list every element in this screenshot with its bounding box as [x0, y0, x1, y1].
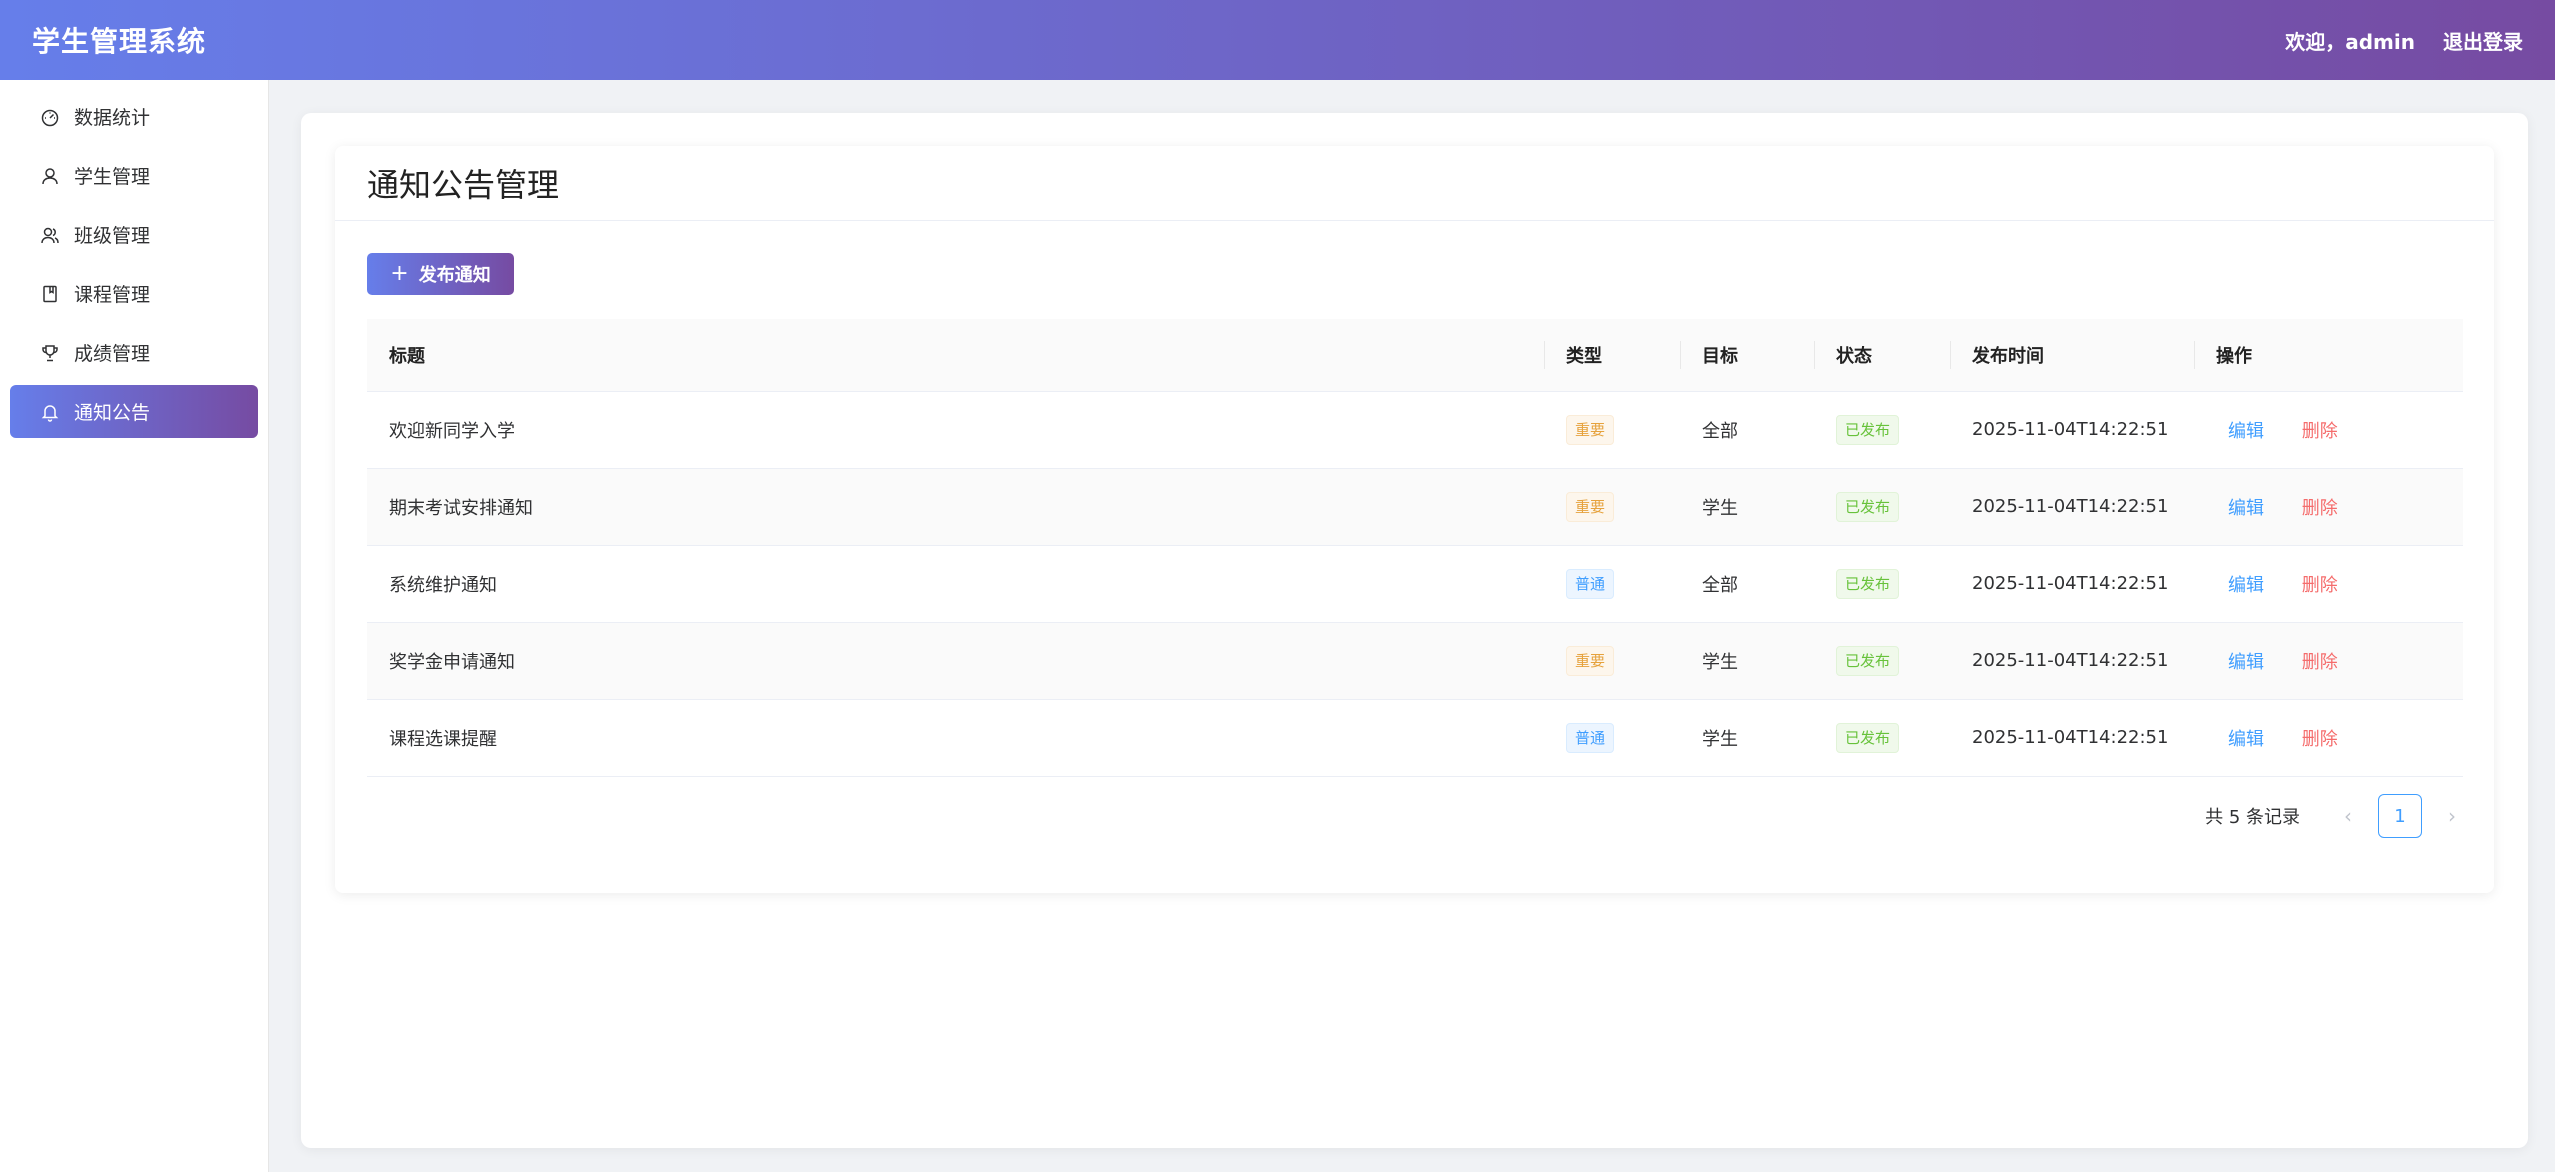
group-icon — [40, 225, 60, 245]
cell-title: 系统维护通知 — [367, 545, 1544, 623]
cell-title: 奖学金申请通知 — [367, 622, 1544, 700]
cell-target: 学生 — [1680, 699, 1814, 777]
header-right: 欢迎，admin 退出登录 — [2285, 26, 2523, 55]
cell-target: 学生 — [1680, 622, 1814, 700]
cell-time: 2025-11-04T14:22:51 — [1950, 622, 2194, 700]
chevron-left-icon[interactable]: ‹ — [2332, 800, 2364, 832]
column-header-time: 发布时间 — [1950, 319, 2194, 392]
table-row: 系统维护通知 普通 全部 已发布 2025-11-04T14:22:51 编辑 … — [367, 545, 2463, 623]
user-icon — [40, 166, 60, 186]
sidebar-item-label: 通知公告 — [74, 402, 151, 424]
page-title: 通知公告管理 — [367, 166, 560, 204]
book-icon — [40, 284, 60, 304]
notice-table: 标题 类型 目标 状态 发布时间 操作 欢迎新同学入学 重要 全部 已发布 20… — [367, 319, 2463, 777]
cell-title: 课程选课提醒 — [367, 699, 1544, 777]
top-header: 学生管理系统 欢迎，admin 退出登录 — [0, 0, 2555, 80]
sidebar-item-students[interactable]: 学生管理 — [10, 149, 258, 202]
delete-button[interactable]: 删除 — [2302, 417, 2338, 443]
publish-button-label: 发布通知 — [418, 265, 491, 286]
table-row: 课程选课提醒 普通 学生 已发布 2025-11-04T14:22:51 编辑 … — [367, 699, 2463, 777]
type-tag: 重要 — [1566, 491, 1615, 522]
delete-button[interactable]: 删除 — [2302, 648, 2338, 674]
sidebar-item-notices[interactable]: 通知公告 — [10, 385, 258, 438]
sidebar-item-classes[interactable]: 班级管理 — [10, 208, 258, 261]
status-badge: 已发布 — [1836, 568, 1900, 599]
sidebar: 数据统计 学生管理 班级管理 课程管理 成绩管理 通知公告 — [0, 80, 269, 1172]
status-badge: 已发布 — [1836, 491, 1900, 522]
trophy-icon — [40, 343, 60, 363]
table-row: 期末考试安排通知 重要 学生 已发布 2025-11-04T14:22:51 编… — [367, 468, 2463, 546]
delete-button[interactable]: 删除 — [2302, 571, 2338, 597]
dashboard-icon — [40, 107, 60, 127]
pagination: 共 5 条记录 ‹ 1 › — [2205, 794, 2468, 838]
logout-button[interactable]: 退出登录 — [2443, 26, 2523, 55]
cell-time: 2025-11-04T14:22:51 — [1950, 468, 2194, 546]
column-header-ops: 操作 — [2194, 319, 2463, 392]
sidebar-item-statistics[interactable]: 数据统计 — [10, 90, 258, 143]
cell-time: 2025-11-04T14:22:51 — [1950, 545, 2194, 623]
status-badge: 已发布 — [1836, 722, 1900, 753]
type-tag: 重要 — [1566, 414, 1615, 445]
sidebar-item-label: 课程管理 — [74, 284, 151, 306]
plus-icon: + — [390, 261, 409, 286]
notice-card: 通知公告管理 + 发布通知 标题 类型 目标 状态 发布时间 操作 欢迎新同学入… — [335, 146, 2494, 893]
column-header-title: 标题 — [367, 319, 1544, 392]
cell-time: 2025-11-04T14:22:51 — [1950, 699, 2194, 777]
bell-icon — [40, 402, 60, 422]
type-tag: 普通 — [1566, 722, 1615, 753]
card-header: 通知公告管理 — [335, 146, 2494, 221]
cell-title: 欢迎新同学入学 — [367, 391, 1544, 469]
status-badge: 已发布 — [1836, 645, 1900, 676]
cell-target: 学生 — [1680, 468, 1814, 546]
welcome-text: 欢迎，admin — [2285, 29, 2415, 54]
edit-button[interactable]: 编辑 — [2228, 417, 2264, 443]
pagination-total: 共 5 条记录 — [2205, 807, 2300, 828]
delete-button[interactable]: 删除 — [2302, 725, 2338, 751]
table-row: 奖学金申请通知 重要 学生 已发布 2025-11-04T14:22:51 编辑… — [367, 622, 2463, 700]
type-tag: 重要 — [1566, 645, 1615, 676]
publish-notice-button[interactable]: + 发布通知 — [367, 253, 514, 295]
main-content: 通知公告管理 + 发布通知 标题 类型 目标 状态 发布时间 操作 欢迎新同学入… — [301, 113, 2528, 1148]
sidebar-item-label: 数据统计 — [74, 107, 151, 129]
column-header-target: 目标 — [1680, 319, 1814, 392]
cell-title: 期末考试安排通知 — [367, 468, 1544, 546]
table-row: 欢迎新同学入学 重要 全部 已发布 2025-11-04T14:22:51 编辑… — [367, 391, 2463, 469]
edit-button[interactable]: 编辑 — [2228, 725, 2264, 751]
app-title: 学生管理系统 — [32, 25, 207, 58]
edit-button[interactable]: 编辑 — [2228, 571, 2264, 597]
column-header-status: 状态 — [1814, 319, 1950, 392]
cell-target: 全部 — [1680, 391, 1814, 469]
sidebar-item-label: 班级管理 — [74, 225, 151, 247]
type-tag: 普通 — [1566, 568, 1615, 599]
cell-target: 全部 — [1680, 545, 1814, 623]
edit-button[interactable]: 编辑 — [2228, 648, 2264, 674]
chevron-right-icon[interactable]: › — [2436, 800, 2468, 832]
edit-button[interactable]: 编辑 — [2228, 494, 2264, 520]
status-badge: 已发布 — [1836, 414, 1900, 445]
sidebar-item-grades[interactable]: 成绩管理 — [10, 326, 258, 379]
column-header-type: 类型 — [1544, 319, 1680, 392]
sidebar-item-label: 学生管理 — [74, 166, 151, 188]
sidebar-item-courses[interactable]: 课程管理 — [10, 267, 258, 320]
sidebar-item-label: 成绩管理 — [74, 343, 151, 365]
table-header-row: 标题 类型 目标 状态 发布时间 操作 — [367, 319, 2463, 392]
delete-button[interactable]: 删除 — [2302, 494, 2338, 520]
cell-time: 2025-11-04T14:22:51 — [1950, 391, 2194, 469]
page-number-current[interactable]: 1 — [2378, 794, 2422, 838]
